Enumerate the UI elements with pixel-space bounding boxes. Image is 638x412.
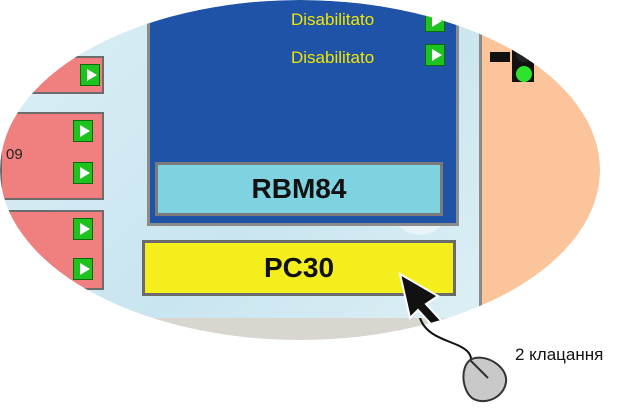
play-icon[interactable] (73, 162, 93, 184)
rbm84-button[interactable]: RBM84 (155, 162, 443, 216)
disabled-label: Disabilitato (291, 48, 375, 67)
play-icon[interactable] (73, 120, 93, 142)
play-icon[interactable] (80, 64, 100, 86)
disabled-label: Disabilitato (291, 10, 375, 29)
mouse-icon (462, 356, 508, 403)
play-icon[interactable] (73, 258, 93, 280)
bottom-strip (0, 318, 600, 340)
play-icon[interactable] (73, 218, 93, 240)
double-click-caption: 2 клацання (515, 345, 604, 364)
traffic-light-icon (490, 42, 534, 82)
zoomed-view: 09 Disabilitato Disabilitato RBM84 PC30 (0, 0, 600, 340)
play-icon[interactable] (425, 44, 445, 66)
play-icon[interactable] (425, 10, 445, 32)
side-label: 09 (6, 146, 23, 163)
